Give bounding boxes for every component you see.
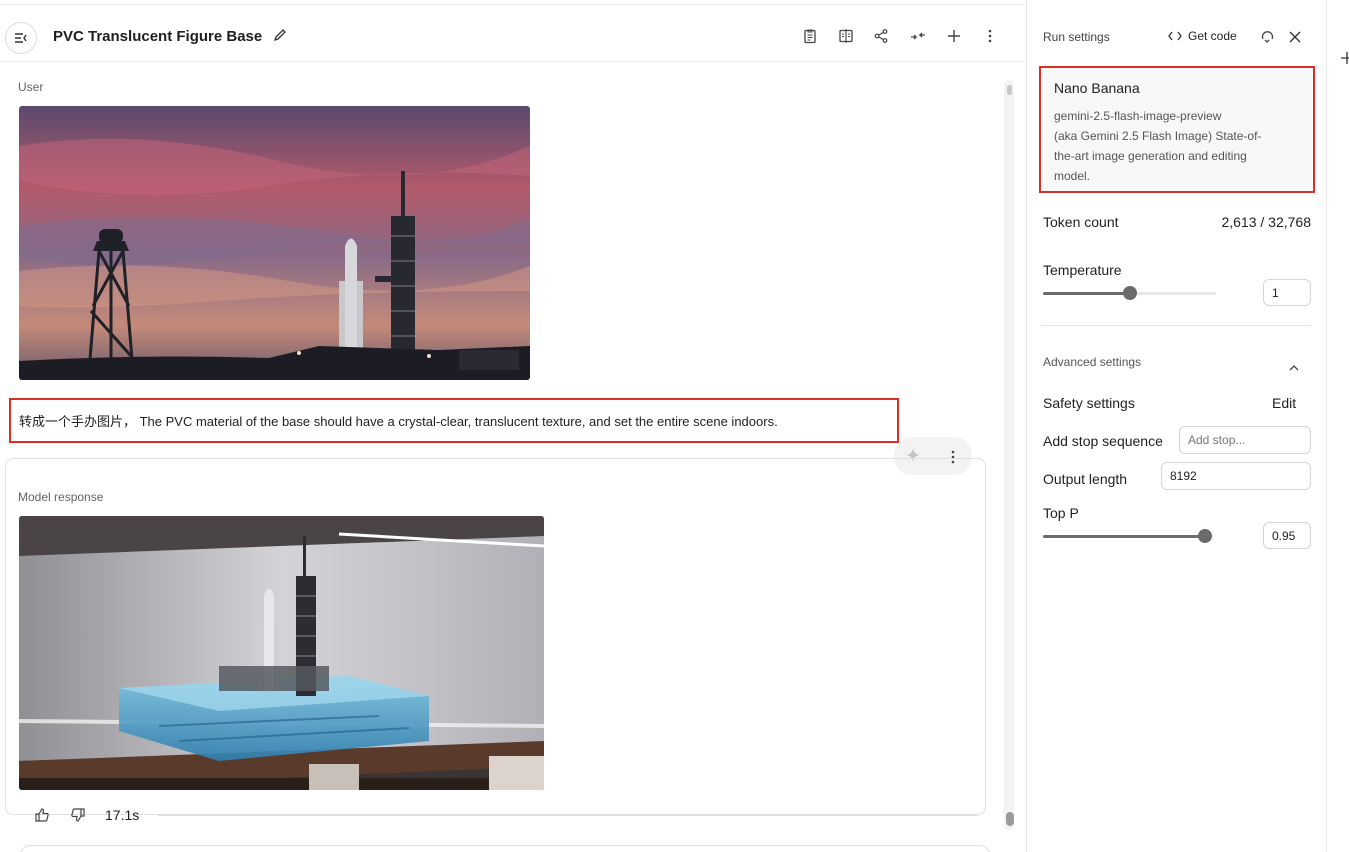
thumbs-up-button[interactable] — [34, 807, 50, 828]
chat-panel: PVC Translucent Figure Base User 转成一个手办图… — [0, 0, 1027, 852]
model-id: gemini-2.5-flash-image-preview — [1054, 109, 1222, 123]
temperature-input[interactable]: 1 — [1263, 279, 1311, 306]
chat-scrollbar[interactable] — [1004, 80, 1014, 830]
chat-header: PVC Translucent Figure Base — [0, 5, 1027, 62]
edit-title-button[interactable] — [272, 27, 288, 48]
run-settings-title: Run settings — [1043, 30, 1110, 44]
response-footer-divider — [158, 815, 978, 816]
get-code-label: Get code — [1188, 29, 1237, 43]
clipboard-button[interactable] — [801, 27, 819, 45]
advanced-settings-toggle[interactable] — [1289, 358, 1299, 376]
collapse-button[interactable] — [909, 27, 927, 45]
sidebar-toggle-icon — [15, 33, 27, 43]
model-generated-image[interactable] — [19, 516, 544, 790]
model-name: Nano Banana — [1054, 80, 1140, 96]
top-p-label: Top P — [1043, 505, 1079, 521]
sidebar-toggle-button[interactable] — [5, 22, 37, 54]
safety-settings-label: Safety settings — [1043, 395, 1135, 411]
model-description-line: the-art image generation and editing — [1054, 149, 1247, 163]
new-chat-button[interactable] — [945, 27, 963, 45]
top-p-slider-handle[interactable] — [1198, 529, 1212, 543]
close-icon — [1289, 31, 1301, 43]
temperature-slider-fill — [1043, 292, 1130, 295]
stop-sequence-input[interactable]: Add stop... — [1179, 426, 1311, 454]
more-vertical-icon — [988, 29, 992, 43]
clipboard-icon — [804, 29, 816, 44]
model-selector[interactable]: Nano Banana gemini-2.5-flash-image-previ… — [1039, 66, 1315, 193]
compare-button[interactable] — [837, 27, 855, 45]
response-time: 17.1s — [105, 807, 140, 823]
model-description-line: (aka Gemini 2.5 Flash Image) State-of- — [1054, 129, 1262, 143]
compare-icon — [839, 29, 853, 43]
model-response-label: Model response — [18, 490, 104, 504]
top-p-input[interactable]: 0.95 — [1263, 522, 1311, 549]
thumbs-down-icon — [71, 808, 85, 822]
close-panel-button[interactable] — [1289, 30, 1301, 48]
collapse-icon — [911, 32, 925, 40]
model-description-line: model. — [1054, 169, 1091, 183]
reset-settings-button[interactable] — [1260, 29, 1275, 49]
chevron-up-icon — [1289, 365, 1299, 371]
code-icon — [1168, 31, 1182, 41]
safety-settings-edit-button[interactable]: Edit — [1272, 395, 1296, 411]
top-p-slider-fill — [1043, 535, 1205, 538]
output-length-input[interactable]: 8192 — [1161, 462, 1311, 490]
share-icon — [874, 29, 888, 43]
user-prompt-highlight: 转成一个手办图片， The PVC material of the base s… — [9, 398, 899, 443]
thumbs-down-button[interactable] — [70, 807, 86, 828]
plus-icon — [1341, 52, 1349, 64]
user-label: User — [18, 80, 44, 94]
run-settings-panel: Run settings Get code Nano Banana gemini… — [1028, 5, 1326, 852]
temperature-slider-handle[interactable] — [1123, 286, 1137, 300]
advanced-settings-label: Advanced settings — [1043, 355, 1142, 369]
user-prompt-text: 转成一个手办图片， The PVC material of the base s… — [19, 414, 778, 429]
right-edge-rail — [1326, 0, 1349, 852]
figure-model-photo — [19, 516, 544, 790]
next-turn-card-edge — [20, 845, 990, 852]
page-title: PVC Translucent Figure Base — [53, 28, 263, 45]
settings-divider — [1041, 325, 1311, 326]
pencil-icon — [273, 29, 286, 42]
thumbs-up-icon — [35, 808, 49, 822]
get-code-button[interactable]: Get code — [1168, 29, 1237, 43]
rocket-launch-photo — [19, 106, 530, 380]
token-count-label: Token count — [1043, 214, 1119, 230]
share-button[interactable] — [872, 27, 890, 45]
output-length-label: Output length — [1043, 471, 1128, 487]
scrollbar-top-arrow[interactable] — [1007, 85, 1012, 95]
reset-icon — [1261, 31, 1274, 43]
token-count-value: 2,613 / 32,768 — [1221, 214, 1311, 230]
scrollbar-thumb[interactable] — [1006, 812, 1014, 826]
temperature-label: Temperature — [1043, 262, 1122, 278]
stop-sequence-label: Add stop sequence — [1043, 433, 1163, 449]
more-options-button[interactable] — [981, 27, 999, 45]
user-uploaded-image[interactable] — [19, 106, 530, 380]
plus-icon — [948, 30, 960, 42]
